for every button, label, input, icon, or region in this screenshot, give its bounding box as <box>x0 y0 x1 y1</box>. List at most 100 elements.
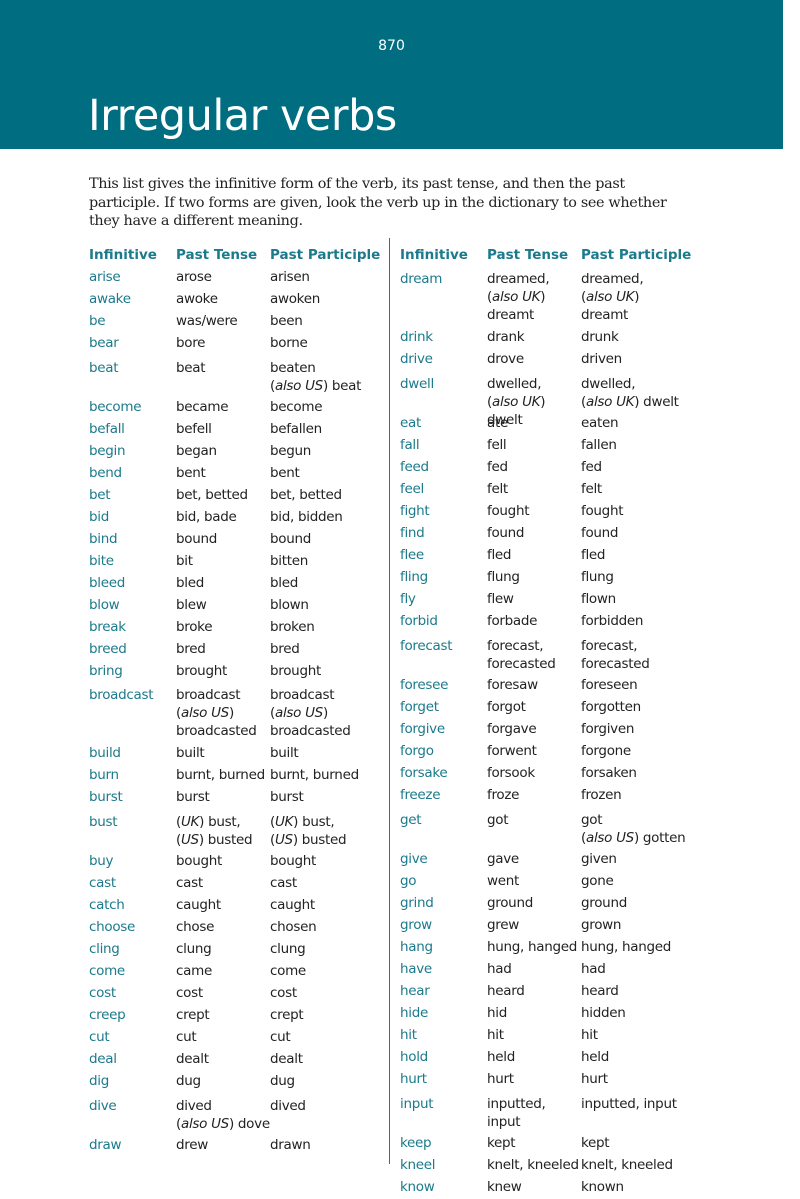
table-row: fling flung flung <box>400 567 720 589</box>
infinitive-cell: begin <box>89 443 126 459</box>
region-label: also UK <box>585 289 635 305</box>
past-tense-cell: dealt <box>176 1051 209 1067</box>
table-row: forecast forecast, forecasted forecast, fo… <box>400 633 720 675</box>
infinitive-cell: become <box>89 399 142 415</box>
past-participle-cell: fled <box>581 547 606 563</box>
past-participle-cell: forsaken <box>581 765 637 781</box>
table-row: bleed bled bled <box>89 573 384 595</box>
infinitive-cell: draw <box>89 1137 122 1153</box>
infinitive-cell: feel <box>400 481 424 497</box>
past-tense-cell: bent <box>176 465 206 481</box>
infinitive-cell: forecast <box>400 638 453 654</box>
infinitive-cell: burst <box>89 789 123 805</box>
past-tense-cell: knew <box>487 1179 522 1195</box>
past-tense-cell: got <box>487 812 509 828</box>
past-participle-cell: dived <box>270 1098 306 1114</box>
past-tense-cell: bled <box>176 575 204 591</box>
past-participle-cell: begun <box>270 443 312 459</box>
infinitive-cell: catch <box>89 897 125 913</box>
infinitive-cell: know <box>400 1179 435 1195</box>
past-tense-cell: ground <box>487 895 533 911</box>
past-participle-cell: awoken <box>270 291 320 307</box>
past-participle-cell: fed <box>581 459 602 475</box>
infinitive-cell: bring <box>89 663 123 679</box>
table-row: cut cut cut <box>89 1027 384 1049</box>
infinitive-cell: foresee <box>400 677 449 693</box>
infinitive-cell: eat <box>400 415 421 431</box>
past-participle-cell: given <box>581 851 617 867</box>
infinitive-cell: forgo <box>400 743 434 759</box>
past-tense-cell: fled <box>487 547 512 563</box>
past-tense-cell: dug <box>176 1073 201 1089</box>
past-tense-cell: broke <box>176 619 213 635</box>
table-row: dig dug dug <box>89 1071 384 1093</box>
infinitive-cell: dream <box>400 271 443 287</box>
past-tense-cell: beat <box>176 360 206 376</box>
past-participle-cell: inputted, input <box>581 1096 677 1112</box>
region-label: UK <box>180 814 200 830</box>
infinitive-cell: breed <box>89 641 127 657</box>
past-tense-cell: bit <box>176 553 193 569</box>
table-row: kneel knelt, kneeled knelt, kneeled <box>400 1155 720 1177</box>
past-tense-cell: fought <box>487 503 530 519</box>
past-participle-cell: bid, bidden <box>270 509 343 525</box>
past-tense-cell: chose <box>176 919 215 935</box>
region-label: also US <box>585 830 634 846</box>
table-header: Infinitive Past Tense Past Participle <box>400 243 720 267</box>
infinitive-cell: find <box>400 525 425 541</box>
table-row: fly flew flown <box>400 589 720 611</box>
past-participle-cell: bought <box>270 853 317 869</box>
infinitive-cell: bleed <box>89 575 126 591</box>
page-number: 870 <box>378 38 405 54</box>
infinitive-cell: cut <box>89 1029 110 1045</box>
past-tense-cell: awoke <box>176 291 218 307</box>
past-participle-cell: hurt <box>581 1071 608 1087</box>
past-tense-cell: cut <box>176 1029 197 1045</box>
table-row: draw drew drawn <box>89 1135 384 1157</box>
region-label: also US <box>274 378 323 394</box>
past-participle-cell: fought <box>581 503 624 519</box>
past-tense-cell: burst <box>176 789 210 805</box>
past-tense-cell: felt <box>487 481 508 497</box>
past-tense-cell: fell <box>487 437 507 453</box>
infinitive-cell: cling <box>89 941 120 957</box>
intro-paragraph: This list gives the infinitive form of t… <box>89 176 667 229</box>
past-participle-cell: arisen <box>270 269 310 285</box>
past-tense-cell: grew <box>487 917 519 933</box>
infinitive-cell: bite <box>89 553 114 569</box>
past-tense-cell: hit <box>487 1027 504 1043</box>
infinitive-cell: burn <box>89 767 119 783</box>
infinitive-cell: fly <box>400 591 416 607</box>
past-participle-cell: dreamed, (also UK) dreamt <box>581 271 644 323</box>
past-tense-cell: held <box>487 1049 515 1065</box>
infinitive-cell: bind <box>89 531 118 547</box>
past-participle-cell: ground <box>581 895 627 911</box>
table-row: beat beat beaten (also US) beat <box>89 355 384 397</box>
past-tense-cell: forbade <box>487 613 538 629</box>
infinitive-cell: hurt <box>400 1071 427 1087</box>
past-tense-cell: bid, bade <box>176 509 237 525</box>
infinitive-cell: freeze <box>400 787 441 803</box>
past-tense-cell: kept <box>487 1135 516 1151</box>
table-row: feed fed fed <box>400 457 720 479</box>
table-row: find found found <box>400 523 720 545</box>
past-participle-cell: forgotten <box>581 699 641 715</box>
table-row: cling clung clung <box>89 939 384 961</box>
past-tense-cell: bought <box>176 853 223 869</box>
past-participle-cell: cast <box>270 875 297 891</box>
infinitive-cell: deal <box>89 1051 117 1067</box>
infinitive-cell: go <box>400 873 417 889</box>
past-participle-cell: drunk <box>581 329 619 345</box>
region-label: US <box>180 832 199 848</box>
page-title: Irregular verbs <box>88 91 397 141</box>
table-row: input inputted, input inputted, input <box>400 1091 720 1133</box>
infinitive-cell: flee <box>400 547 424 563</box>
table-row: grow grew grown <box>400 915 720 937</box>
table-row: bear bore borne <box>89 333 384 355</box>
infinitive-cell: buy <box>89 853 114 869</box>
column-divider <box>389 238 390 1164</box>
table-row: hide hid hidden <box>400 1003 720 1025</box>
past-participle-cell: clung <box>270 941 306 957</box>
past-participle-cell: burst <box>270 789 304 805</box>
table-row: be was/were been <box>89 311 384 333</box>
